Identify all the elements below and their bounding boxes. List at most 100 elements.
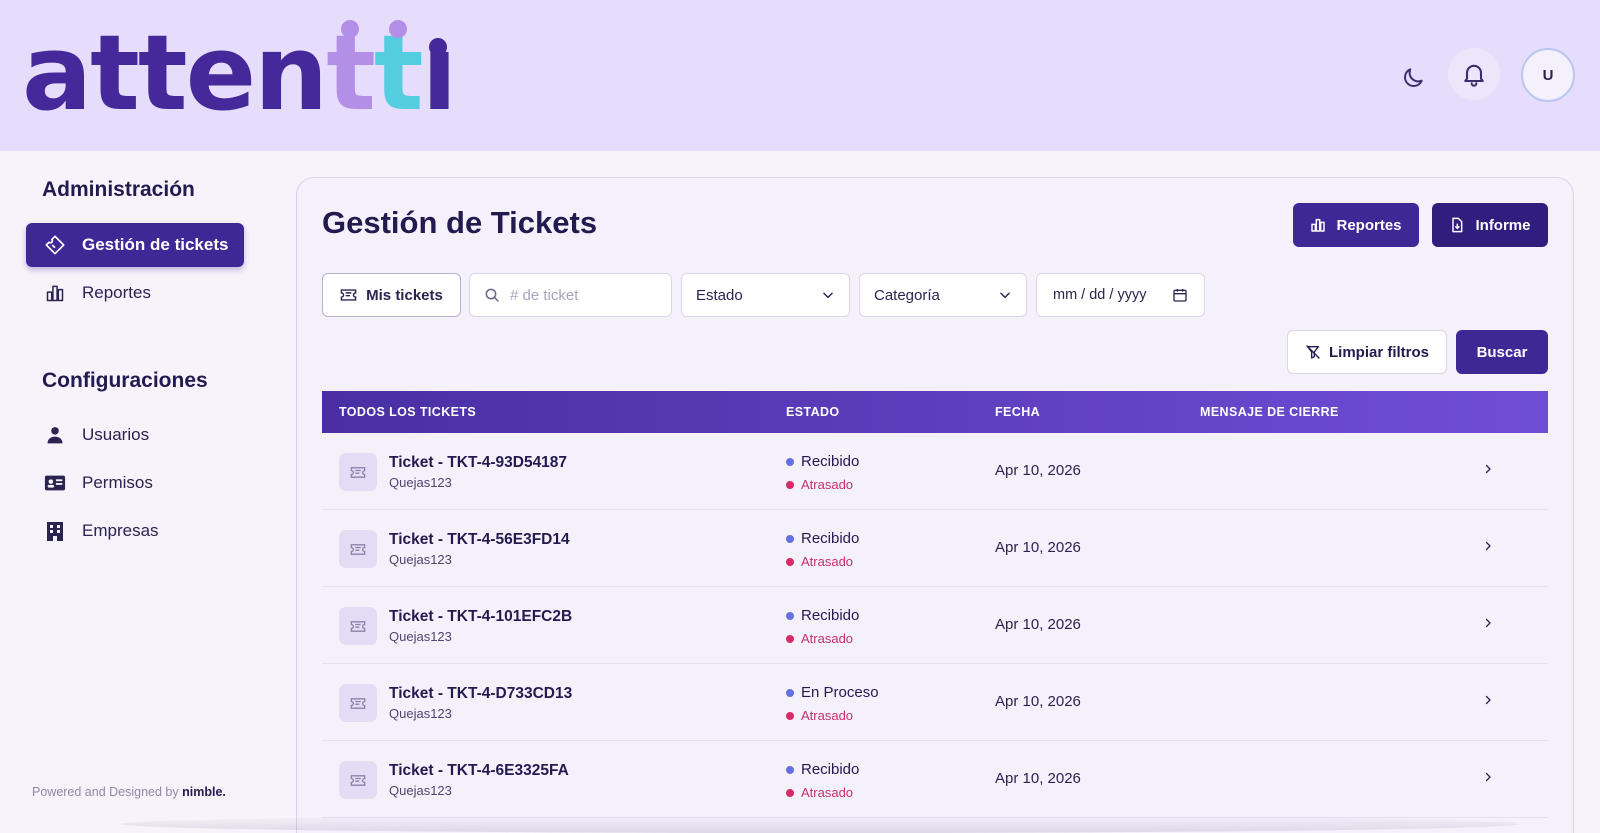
ticket-category: Quejas123 [389,552,452,567]
tickets-table-header: TODOS LOS TICKETS ESTADO FECHA MENSAJE D… [322,391,1548,433]
date-input[interactable]: mm / dd / yyyy [1036,273,1205,317]
chevron-down-icon [998,288,1012,302]
column-header-tickets[interactable]: TODOS LOS TICKETS [339,405,476,419]
reportes-button-label: Reportes [1336,216,1402,234]
overdue-badge: Atrasado [786,708,853,723]
avatar-initial: U [1542,66,1554,84]
overdue-text: Atrasado [801,631,854,646]
ticket-icon [339,607,377,645]
overdue-text: Atrasado [801,477,854,492]
nimble-brand-link[interactable]: nimble. [182,785,226,799]
building-icon [44,520,66,542]
page-title: Gestión de Tickets [322,205,598,240]
status-badge: Recibido [786,607,859,624]
attentti-logo[interactable]: atten t t ı [22,12,458,134]
ticket-name: Ticket - TKT-4-6E3325FA [389,762,569,779]
overdue-text: Atrasado [801,554,854,569]
reportes-button[interactable]: Reportes [1293,203,1419,247]
ticket-category: Quejas123 [389,783,452,798]
status-text: Recibido [801,530,860,547]
table-row[interactable]: Ticket - TKT-4-101EFC2B Quejas123 Recibi… [322,587,1548,664]
ticket-category: Quejas123 [389,706,452,721]
status-text: Recibido [801,453,860,470]
overdue-text: Atrasado [801,708,854,723]
logo-part-3: t [373,12,424,134]
table-row[interactable]: Ticket - TKT-4-93D54187 Quejas123 Recibi… [322,433,1548,510]
mis-tickets-button[interactable]: Mis tickets [322,273,461,317]
chevron-right-icon[interactable] [1482,616,1494,630]
ticket-date: Apr 10, 2026 [995,693,1081,710]
ticket-category: Quejas123 [389,629,452,644]
date-input-placeholder: mm / dd / yyyy [1053,287,1147,303]
chart-icon [1310,217,1326,233]
ticket-name: Ticket - TKT-4-101EFC2B [389,608,573,625]
avatar[interactable]: U [1521,48,1575,102]
bottom-shadow [120,815,1520,833]
informe-button-label: Informe [1475,216,1531,234]
sidebar-item-empresas[interactable]: Empresas [26,509,244,553]
section-heading-configuraciones: Configuraciones [42,369,208,392]
ticket-date: Apr 10, 2026 [995,616,1081,633]
categoria-select[interactable]: Categoría [859,273,1027,317]
logo-part-1: atten [22,12,328,134]
table-row[interactable]: Ticket - TKT-4-6E3325FA Quejas123 Recibi… [322,741,1548,818]
limpiar-filtros-button[interactable]: Limpiar filtros [1287,330,1447,374]
column-header-estado[interactable]: ESTADO [786,405,840,419]
ticket-search-input[interactable] [510,286,660,304]
ticket-date: Apr 10, 2026 [995,770,1081,787]
ticket-category: Quejas123 [389,475,452,490]
buscar-button[interactable]: Buscar [1456,330,1548,374]
sidebar-item-reportes[interactable]: Reportes [26,271,244,315]
ticket-date: Apr 10, 2026 [995,462,1081,479]
powered-by-text: Powered and Designed by [32,785,179,799]
section-heading-administracion: Administración [42,178,195,201]
sidebar-item-permisos[interactable]: Permisos [26,461,244,505]
ticket-name: Ticket - TKT-4-93D54187 [389,454,568,471]
status-text: Recibido [801,761,860,778]
file-download-icon [1449,217,1465,233]
ticket-icon [340,288,357,302]
chevron-right-icon[interactable] [1482,462,1494,476]
ticket-icon [339,761,377,799]
column-header-mensaje-cierre[interactable]: MENSAJE DE CIERRE [1200,405,1339,419]
sidebar-item-label: Empresas [82,521,159,540]
user-icon [44,424,66,446]
column-header-fecha[interactable]: FECHA [995,405,1040,419]
ticket-search-field[interactable] [469,273,672,317]
status-text: En Proceso [801,684,879,701]
estado-select[interactable]: Estado [681,273,850,317]
informe-button[interactable]: Informe [1432,203,1548,247]
search-icon [484,287,500,303]
status-badge: En Proceso [786,684,879,701]
ticket-name: Ticket - TKT-4-56E3FD14 [389,531,570,548]
table-row[interactable]: Ticket - TKT-4-D733CD13 Quejas123 En Pro… [322,664,1548,741]
overdue-text: Atrasado [801,785,854,800]
chart-icon [44,282,66,304]
chevron-right-icon[interactable] [1482,693,1494,707]
categoria-select-value: Categoría [874,286,940,304]
overdue-badge: Atrasado [786,785,853,800]
ticket-icon [339,684,377,722]
sidebar-item-gestion-tickets[interactable]: Gestión de tickets [26,223,244,267]
bell-icon[interactable] [1448,48,1500,100]
sidebar-item-usuarios[interactable]: Usuarios [26,413,244,457]
logo-part-4: ı [421,12,458,134]
ticket-icon [44,234,66,256]
estado-select-value: Estado [696,286,743,304]
moon-icon[interactable] [1393,58,1433,98]
status-badge: Recibido [786,453,859,470]
buscar-button-label: Buscar [1476,343,1528,361]
overdue-badge: Atrasado [786,554,853,569]
calendar-icon[interactable] [1172,287,1188,303]
filter-off-icon [1305,344,1321,360]
app-header: atten t t ı U [0,0,1600,151]
chevron-right-icon[interactable] [1482,770,1494,784]
overdue-badge: Atrasado [786,477,853,492]
logo-part-2: t [326,12,376,134]
powered-by-footer: Powered and Designed by nimble. [32,785,226,799]
chevron-right-icon[interactable] [1482,539,1494,553]
ticket-icon [339,453,377,491]
sidebar-item-label: Gestión de tickets [82,235,229,254]
limpiar-filtros-label: Limpiar filtros [1328,343,1429,361]
table-row[interactable]: Ticket - TKT-4-56E3FD14 Quejas123 Recibi… [322,510,1548,587]
